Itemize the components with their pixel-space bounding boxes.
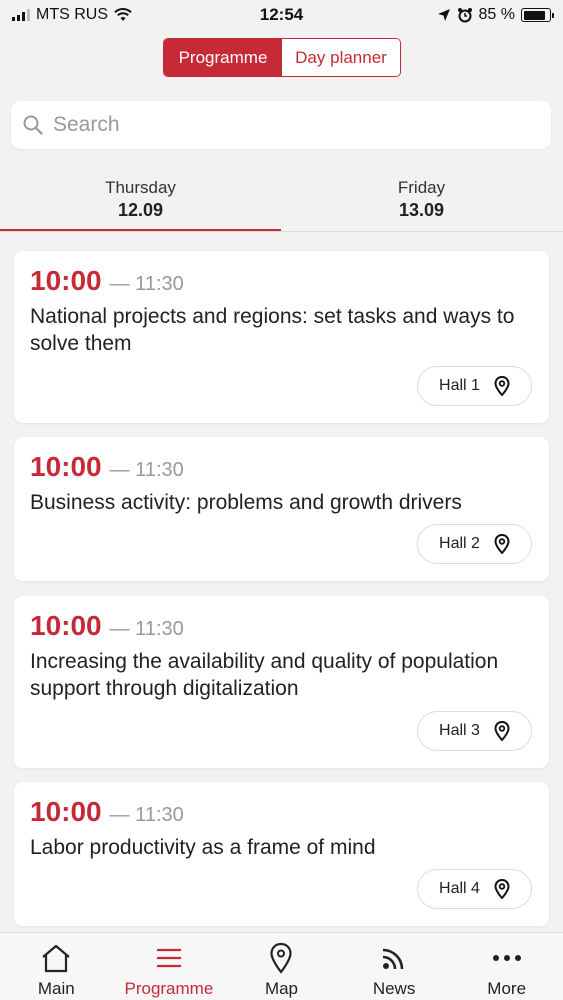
signal-icon [12,9,30,21]
session-end-time: — 11:30 [109,618,184,640]
search-icon [23,115,43,135]
nav-news[interactable]: News [338,933,451,1000]
session-end-time: — 11:30 [109,273,184,295]
location-pin-icon [270,942,293,974]
tabs-divider [0,231,563,232]
hall-button[interactable]: Hall 1 [417,366,532,406]
wifi-icon [114,8,132,21]
hall-button[interactable]: Hall 3 [417,711,532,751]
day-planner-segment[interactable]: Day planner [282,39,400,76]
location-pin-icon [494,879,510,899]
alarm-icon [457,8,472,23]
rss-icon [382,948,404,970]
carrier-label: MTS RUS [36,6,108,23]
tab-friday[interactable]: Friday 13.09 [281,170,562,232]
session-title: Increasing the availability and quality … [30,650,499,700]
status-bar: MTS RUS 12:54 85 % [0,0,563,30]
search-bar[interactable] [11,101,551,149]
bottom-nav: Main Programme Map News More [0,932,563,1000]
tab-thursday[interactable]: Thursday 12.09 [0,170,281,232]
status-right: 85 % [437,6,554,24]
programme-segment[interactable]: Programme [164,39,282,76]
day-tabs: Thursday 12.09 Friday 13.09 [0,170,563,232]
session-card[interactable]: 10:00 — 11:30 Labor productivity as a fr… [14,782,549,926]
tab-day-name: Thursday [105,178,176,197]
location-pin-icon [494,534,510,554]
session-time: 10:00 — 11:30 [30,610,184,642]
more-dots-icon [492,955,521,961]
hall-label: Hall 1 [439,377,480,394]
hall-label: Hall 4 [439,880,480,897]
session-title: National projects and regions: set tasks… [30,305,515,355]
hall-label: Hall 2 [439,535,480,552]
session-start-time: 10:00 [30,451,102,482]
nav-label: More [487,979,527,998]
tab-day-date: 13.09 [398,200,445,220]
battery-percent: 85 % [478,6,515,23]
battery-fill [523,10,545,20]
nav-label: Map [264,979,299,998]
nav-label: Programme [124,979,214,998]
tab-day-name: Friday [397,178,446,197]
session-start-time: 10:00 [30,610,102,641]
session-start-time: 10:00 [30,796,102,827]
view-switcher: Programme Day planner [163,38,401,77]
session-start-time: 10:00 [30,265,102,296]
session-time: 10:00 — 11:30 [30,265,184,297]
location-pin-icon [494,376,510,396]
location-pin-icon [494,721,510,741]
session-time: 10:00 — 11:30 [30,451,184,483]
hall-button[interactable]: Hall 4 [417,869,532,909]
nav-programme[interactable]: Programme [113,933,226,1000]
hall-button[interactable]: Hall 2 [417,524,532,564]
location-arrow-icon [437,9,450,21]
nav-map[interactable]: Map [225,933,338,1000]
search-input[interactable] [53,113,533,137]
session-card[interactable]: 10:00 — 11:30 Increasing the availabilit… [14,596,549,768]
tab-day-date: 12.09 [117,200,164,220]
session-title: Labor productivity as a frame of mind [30,836,376,859]
battery-icon [521,8,554,22]
nav-more[interactable]: More [450,933,563,1000]
session-card[interactable]: 10:00 — 11:30 National projects and regi… [14,251,549,423]
menu-icon [156,948,181,968]
session-time: 10:00 — 11:30 [30,796,184,828]
nav-main[interactable]: Main [0,933,113,1000]
nav-label: Main [37,979,75,998]
home-icon [42,944,71,973]
session-card[interactable]: 10:00 — 11:30 Business activity: problem… [14,437,549,581]
nav-label: News [372,979,416,998]
session-end-time: — 11:30 [109,804,184,826]
session-end-time: — 11:30 [109,459,184,481]
status-left: MTS RUS [12,6,132,24]
session-title: Business activity: problems and growth d… [30,491,462,514]
hall-label: Hall 3 [439,722,480,739]
